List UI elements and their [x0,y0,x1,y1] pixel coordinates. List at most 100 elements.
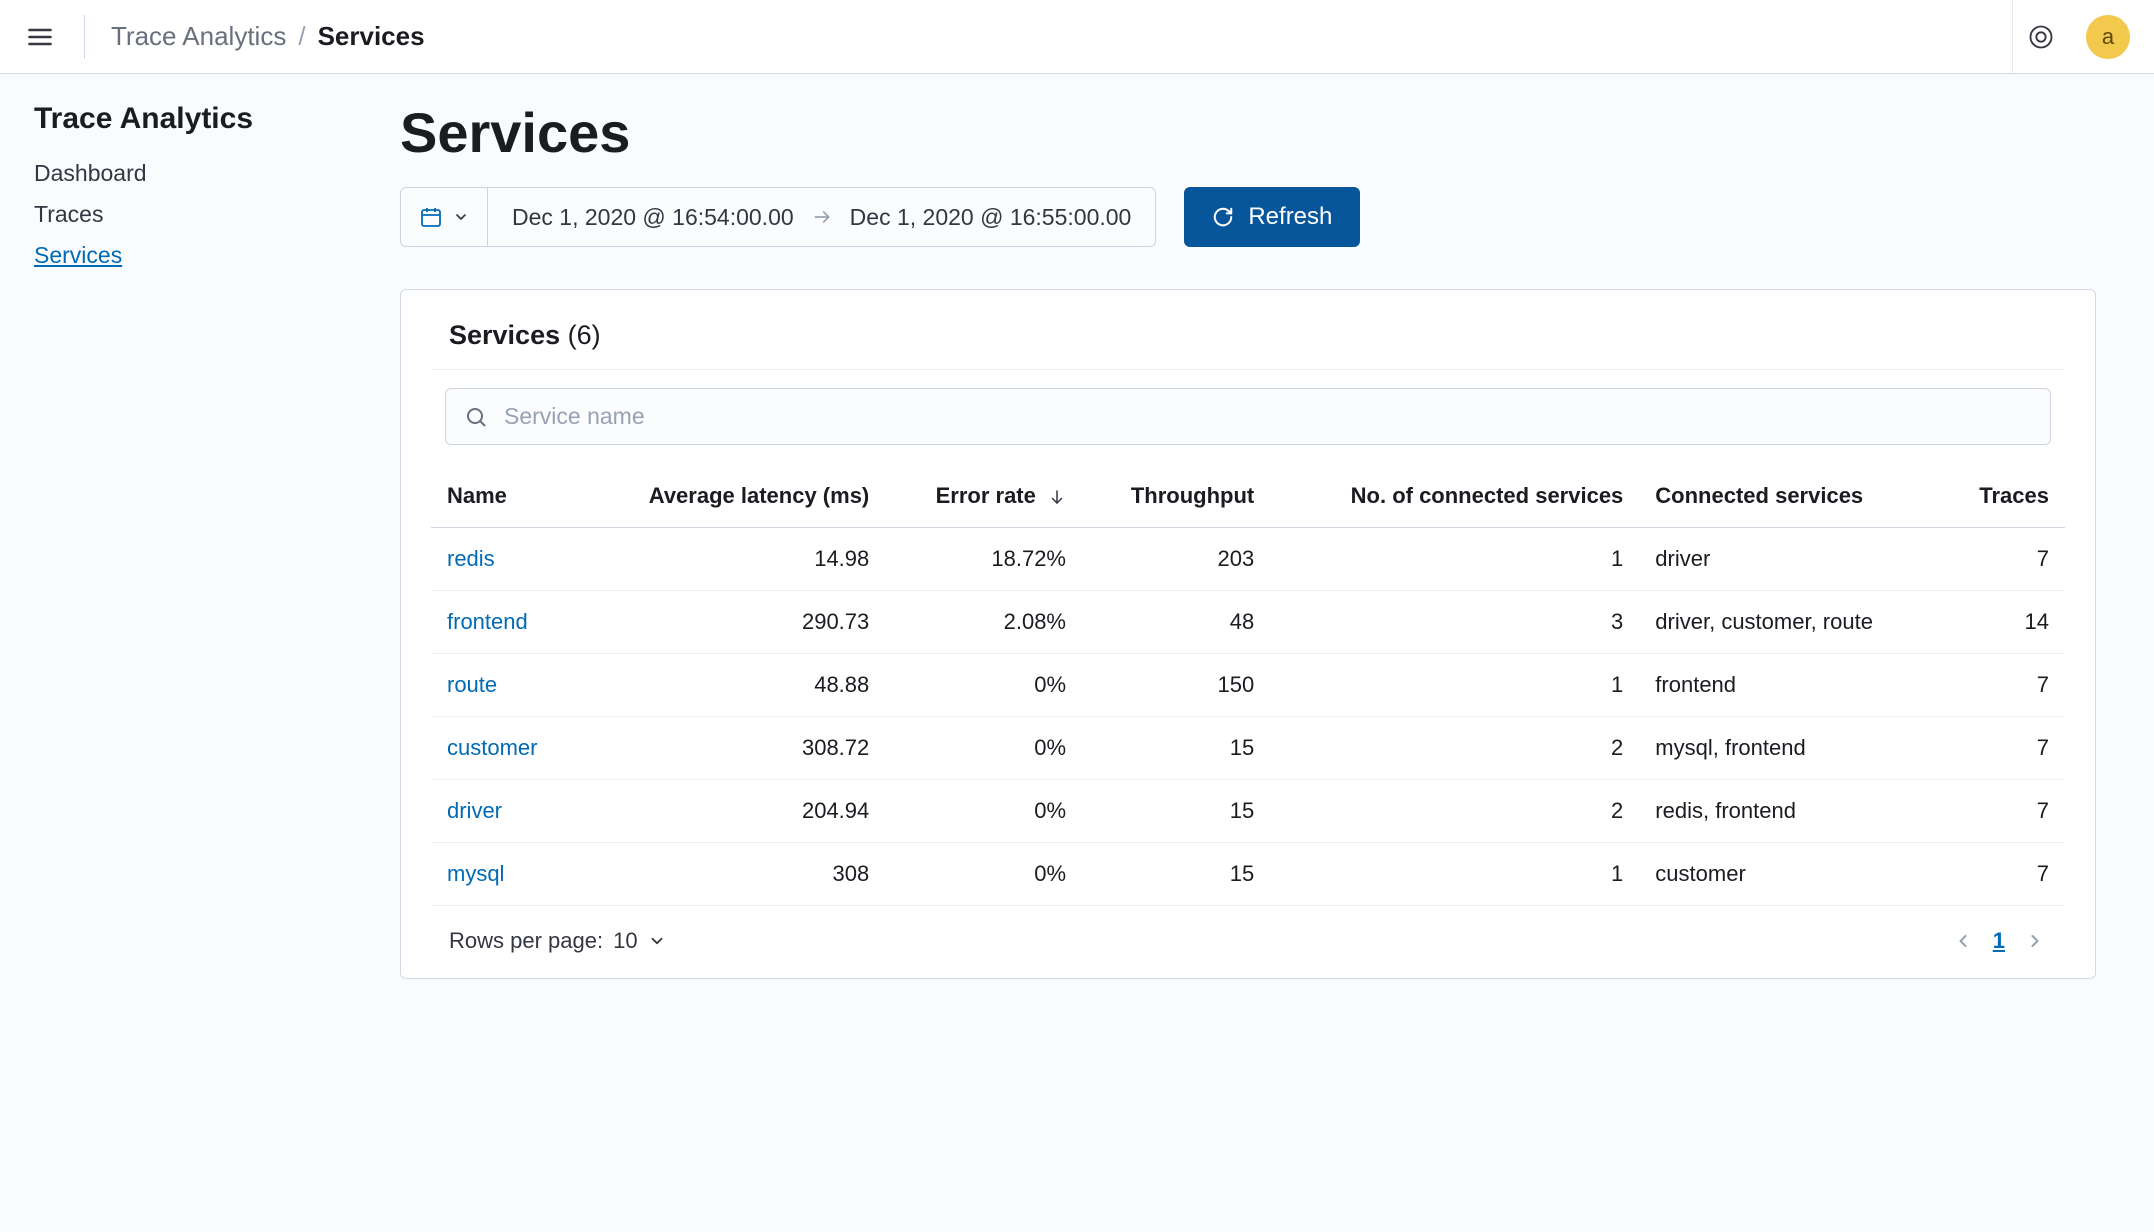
col-error-rate-label: Error rate [936,483,1036,508]
cell-traces: 7 [1942,654,2065,717]
chevron-down-icon [648,932,666,950]
col-num-connected[interactable]: No. of connected services [1270,465,1639,528]
cell-latency: 308 [579,843,885,906]
cell-num-connected: 1 [1270,528,1639,591]
cell-error-rate: 0% [885,717,1082,780]
main-content: Services Dec 1, 2020 @ 16:54:00.00 Dec 1… [400,74,2120,1232]
table-footer: Rows per page: 10 1 [431,906,2065,954]
col-latency[interactable]: Average latency (ms) [579,465,885,528]
col-connected[interactable]: Connected services [1639,465,1941,528]
cell-traces: 7 [1942,780,2065,843]
table-header-row: Name Average latency (ms) Error rate Thr… [431,465,2065,528]
cell-traces: 7 [1942,843,2065,906]
search-icon [464,405,488,429]
service-link[interactable]: customer [447,735,537,760]
panel-count: (6) [568,320,601,350]
chevron-right-icon [2025,931,2045,951]
page-title: Services [400,100,2096,165]
sidebar-item-dashboard[interactable]: Dashboard [34,160,366,187]
pagination: 1 [1951,928,2047,954]
user-avatar[interactable]: a [2086,15,2130,59]
table-row: mysql 3080%151customer7 [431,843,2065,906]
cell-latency: 290.73 [579,591,885,654]
date-range-display[interactable]: Dec 1, 2020 @ 16:54:00.00 Dec 1, 2020 @ … [488,204,1155,231]
service-link[interactable]: frontend [447,609,528,634]
cell-traces: 7 [1942,717,2065,780]
cell-traces: 14 [1942,591,2065,654]
cell-throughput: 203 [1082,528,1270,591]
cell-latency: 14.98 [579,528,885,591]
sort-desc-icon [1048,488,1066,506]
sidebar: Trace Analytics Dashboard Traces Service… [0,74,400,1232]
date-to: Dec 1, 2020 @ 16:55:00.00 [850,204,1132,231]
cell-connected: driver, customer, route [1639,591,1941,654]
cell-connected: mysql, frontend [1639,717,1941,780]
col-throughput[interactable]: Throughput [1082,465,1270,528]
help-icon [2027,23,2055,51]
breadcrumb: Trace Analytics / Services [111,21,425,52]
sidebar-item-traces[interactable]: Traces [34,201,366,228]
nav-toggle-button[interactable] [20,17,60,57]
service-link[interactable]: driver [447,798,502,823]
col-error-rate[interactable]: Error rate [885,465,1082,528]
table-row: route48.880%1501frontend7 [431,654,2065,717]
cell-latency: 48.88 [579,654,885,717]
table-row: driver204.940%152redis, frontend7 [431,780,2065,843]
cell-connected: customer [1639,843,1941,906]
top-bar: Trace Analytics / Services a [0,0,2154,74]
cell-num-connected: 3 [1270,591,1639,654]
breadcrumb-root-link[interactable]: Trace Analytics [111,21,286,52]
cell-throughput: 48 [1082,591,1270,654]
date-refresh-row: Dec 1, 2020 @ 16:54:00.00 Dec 1, 2020 @ … [400,187,2096,247]
service-link[interactable]: redis [447,546,495,571]
service-link[interactable]: route [447,672,497,697]
date-from: Dec 1, 2020 @ 16:54:00.00 [512,204,794,231]
divider [84,15,85,59]
chevron-down-icon [453,209,469,225]
hamburger-icon [26,23,54,51]
table-row: redis14.9818.72%2031driver7 [431,528,2065,591]
divider [431,369,2065,370]
search-input[interactable] [504,403,2032,430]
cell-num-connected: 2 [1270,717,1639,780]
col-name[interactable]: Name [431,465,579,528]
cell-latency: 308.72 [579,717,885,780]
arrow-right-icon [812,207,832,227]
cell-error-rate: 0% [885,843,1082,906]
cell-num-connected: 1 [1270,654,1639,717]
help-button[interactable] [2012,0,2068,73]
services-table: Name Average latency (ms) Error rate Thr… [431,465,2065,906]
chevron-left-icon [1953,931,1973,951]
cell-error-rate: 2.08% [885,591,1082,654]
col-traces[interactable]: Traces [1942,465,2065,528]
breadcrumb-current: Services [318,21,425,52]
cell-throughput: 150 [1082,654,1270,717]
table-row: customer 308.720%152mysql, frontend7 [431,717,2065,780]
rows-per-page-select[interactable]: Rows per page: 10 [449,928,666,954]
cell-traces: 7 [1942,528,2065,591]
sidebar-item-services[interactable]: Services [34,242,366,269]
date-range-picker[interactable]: Dec 1, 2020 @ 16:54:00.00 Dec 1, 2020 @ … [400,187,1156,247]
cell-error-rate: 0% [885,654,1082,717]
breadcrumb-separator: / [298,21,305,52]
cell-latency: 204.94 [579,780,885,843]
cell-error-rate: 18.72% [885,528,1082,591]
page-prev-button[interactable] [1951,929,1975,953]
calendar-icon [419,205,443,229]
refresh-button[interactable]: Refresh [1184,187,1360,247]
cell-throughput: 15 [1082,717,1270,780]
panel-title: Services (6) [431,320,2065,351]
cell-num-connected: 1 [1270,843,1639,906]
rows-per-page-value: 10 [613,928,637,954]
cell-num-connected: 2 [1270,780,1639,843]
services-panel: Services (6) Name Average latency (ms) E… [400,289,2096,979]
date-quick-select-button[interactable] [401,188,488,246]
page-number[interactable]: 1 [1993,928,2005,954]
service-link[interactable]: mysql [447,861,504,886]
cell-connected: redis, frontend [1639,780,1941,843]
table-row: frontend 290.732.08%483driver, customer, … [431,591,2065,654]
cell-error-rate: 0% [885,780,1082,843]
search-box[interactable] [445,388,2051,445]
cell-throughput: 15 [1082,843,1270,906]
page-next-button[interactable] [2023,929,2047,953]
